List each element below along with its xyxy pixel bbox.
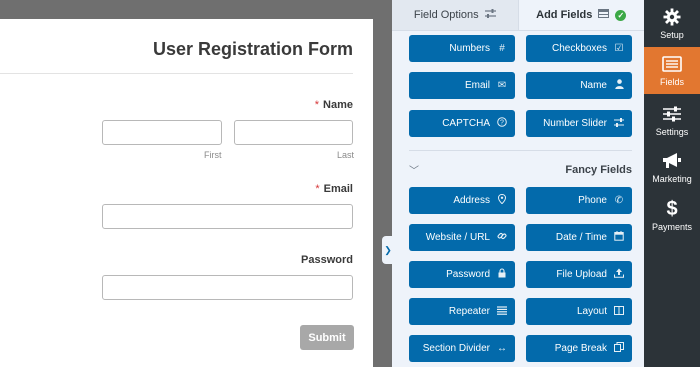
check-icon: ✓ bbox=[615, 9, 627, 21]
password-input[interactable] bbox=[102, 275, 353, 300]
panel-tabs: Field Options Add Fields ✓ bbox=[392, 0, 644, 31]
chevron-down-icon: ﹀ bbox=[409, 166, 419, 177]
lock-icon bbox=[497, 268, 507, 281]
arrows-horizontal-icon: ↔ bbox=[497, 343, 507, 354]
button-label: Name bbox=[580, 80, 607, 91]
nav-item-label: Marketing bbox=[652, 174, 692, 184]
sliders-icon bbox=[614, 117, 624, 130]
sliders-icon bbox=[484, 9, 496, 21]
last-name-input[interactable] bbox=[234, 120, 353, 145]
checkbox-icon: ☑ bbox=[614, 43, 624, 54]
list-icon bbox=[497, 305, 507, 318]
add-layout-field-button[interactable]: Layout bbox=[526, 298, 632, 325]
question-icon: ? bbox=[497, 117, 507, 130]
password-field-label: Password bbox=[301, 254, 353, 266]
user-icon bbox=[614, 79, 624, 92]
add-section-divider-field-button[interactable]: Section Divider ↔ bbox=[409, 335, 515, 362]
email-label-text: Email bbox=[323, 183, 353, 195]
form-title: User Registration Form bbox=[152, 39, 353, 59]
button-label: Phone bbox=[578, 195, 607, 206]
add-number-slider-field-button[interactable]: Number Slider bbox=[526, 110, 632, 137]
section-divider bbox=[409, 150, 632, 151]
columns-icon bbox=[614, 305, 624, 318]
first-name-input[interactable] bbox=[102, 120, 222, 145]
tab-label: Field Options bbox=[413, 9, 479, 21]
add-repeater-field-button[interactable]: Repeater bbox=[409, 298, 515, 325]
button-label: Email bbox=[464, 80, 490, 91]
button-label: Address bbox=[453, 195, 490, 206]
tab-add-fields[interactable]: Add Fields ✓ bbox=[518, 0, 644, 30]
add-password-field-button[interactable]: Password bbox=[409, 261, 515, 288]
add-file-upload-field-button[interactable]: File Upload bbox=[526, 261, 632, 288]
hash-icon: # bbox=[499, 43, 505, 54]
nav-item-label: Payments bbox=[651, 222, 693, 232]
svg-text:?: ? bbox=[500, 120, 504, 127]
last-sublabel: Last bbox=[337, 150, 355, 160]
copy-icon bbox=[614, 342, 624, 355]
nav-item-setup[interactable]: Setup bbox=[644, 0, 700, 47]
button-label: File Upload bbox=[556, 269, 607, 280]
submit-button[interactable]: Submit bbox=[300, 325, 354, 350]
map-pin-icon bbox=[497, 193, 507, 207]
add-website-url-field-button[interactable]: Website / URL bbox=[409, 224, 515, 251]
add-phone-field-button[interactable]: Phone ✆ bbox=[526, 187, 632, 214]
add-address-field-button[interactable]: Address bbox=[409, 187, 515, 214]
add-date-time-field-button[interactable]: Date / Time bbox=[526, 224, 632, 251]
first-sublabel: First bbox=[204, 150, 222, 160]
name-label-text: Name bbox=[323, 99, 353, 111]
button-label: Repeater bbox=[448, 306, 490, 317]
form-preview: User Registration Form * Name First Last … bbox=[0, 19, 373, 367]
add-captcha-field-button[interactable]: CAPTCHA ? bbox=[409, 110, 515, 137]
nav-item-label: Setup bbox=[660, 30, 684, 40]
button-label: Section Divider bbox=[422, 343, 490, 354]
nav-item-label: Fields bbox=[659, 77, 684, 87]
nav-item-settings[interactable]: Settings bbox=[644, 97, 700, 144]
fancy-fields-section-header[interactable]: ﹀ Fancy Fields bbox=[409, 162, 632, 178]
name-field-label: * Name bbox=[315, 99, 353, 111]
add-checkboxes-field-button[interactable]: Checkboxes ☑ bbox=[526, 35, 632, 62]
tab-label: Add Fields bbox=[536, 9, 593, 21]
nav-item-fields[interactable]: Fields bbox=[644, 47, 700, 94]
button-label: Password bbox=[446, 269, 490, 280]
button-label: CAPTCHA bbox=[442, 118, 490, 129]
chevron-right-icon: ❯ bbox=[384, 244, 392, 255]
upload-icon bbox=[614, 268, 624, 281]
button-label: Page Break bbox=[554, 343, 607, 354]
section-title: Fancy Fields bbox=[565, 163, 632, 176]
button-label: Checkboxes bbox=[551, 43, 607, 54]
gear-icon bbox=[663, 7, 681, 27]
fields-list-icon bbox=[662, 54, 682, 74]
table-icon bbox=[598, 9, 610, 21]
builder-sidebar-nav: Setup Fields Settings Marketing $ Paymen… bbox=[644, 0, 700, 367]
link-icon bbox=[497, 231, 507, 244]
required-marker: * bbox=[315, 183, 320, 195]
email-input[interactable] bbox=[102, 204, 353, 229]
add-name-field-button[interactable]: Name bbox=[526, 72, 632, 99]
dollar-icon: $ bbox=[666, 197, 678, 220]
fields-panel: Field Options Add Fields ✓ Numbers # Che… bbox=[392, 0, 644, 367]
calendar-icon bbox=[614, 231, 624, 244]
tab-field-options[interactable]: Field Options bbox=[392, 0, 519, 30]
add-numbers-field-button[interactable]: Numbers # bbox=[409, 35, 515, 62]
title-divider bbox=[0, 73, 353, 74]
add-page-break-field-button[interactable]: Page Break bbox=[526, 335, 632, 362]
phone-icon: ✆ bbox=[614, 195, 624, 206]
envelope-icon: ✉ bbox=[497, 80, 507, 91]
nav-item-payments[interactable]: $ Payments bbox=[644, 192, 700, 239]
button-label: Website / URL bbox=[425, 232, 490, 243]
button-label: Layout bbox=[576, 306, 607, 317]
sliders-icon bbox=[663, 104, 681, 124]
megaphone-icon bbox=[662, 151, 682, 171]
button-label: Number Slider bbox=[543, 118, 607, 129]
button-label: Date / Time bbox=[555, 232, 607, 243]
required-marker: * bbox=[314, 99, 320, 111]
nav-item-label: Settings bbox=[655, 127, 689, 137]
email-field-label: * Email bbox=[315, 183, 353, 195]
nav-item-marketing[interactable]: Marketing bbox=[644, 144, 700, 191]
button-label: Numbers bbox=[449, 43, 490, 54]
add-email-field-button[interactable]: Email ✉ bbox=[409, 72, 515, 99]
